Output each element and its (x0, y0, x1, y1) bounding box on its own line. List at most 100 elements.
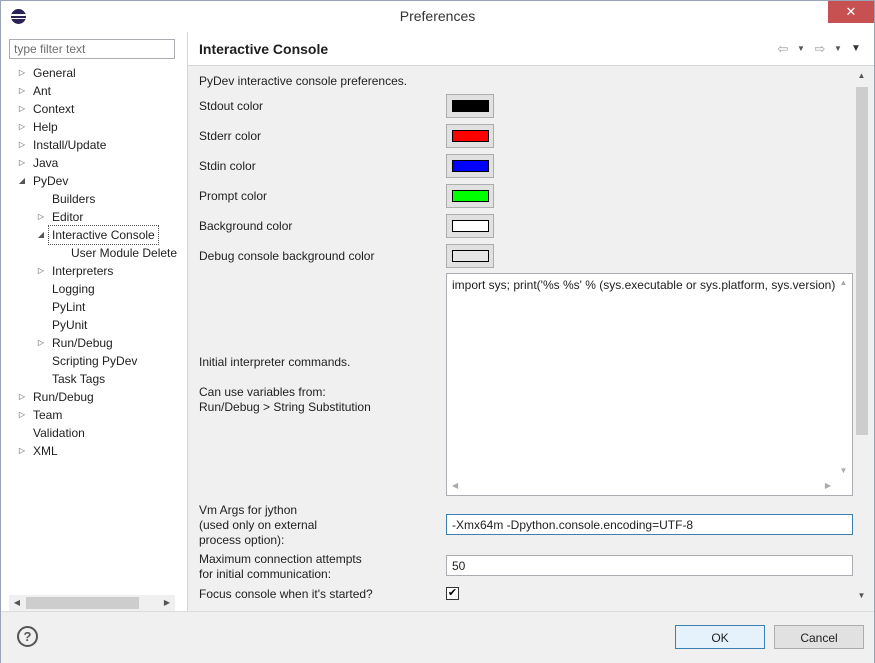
stdin-color-label: Stdin color (199, 159, 256, 173)
stderr-color-button[interactable] (446, 124, 494, 148)
tree-collapsed-icon[interactable]: ▷ (36, 334, 46, 352)
stdout-color-button[interactable] (446, 94, 494, 118)
scroll-up-icon[interactable]: ▲ (835, 278, 852, 287)
tree-item-label: Validation (33, 426, 85, 440)
preferences-tree-pane: ▷ General ▷ Ant ▷ Context ▷ Help ▷ Install/Update… (1, 32, 188, 611)
scrollbar-thumb[interactable] (856, 87, 868, 435)
tree-item-label: User Module Delete (71, 246, 178, 260)
cancel-button[interactable]: Cancel (774, 625, 864, 649)
tree-item[interactable]: Logging (1, 280, 187, 298)
help-icon[interactable]: ? (17, 626, 38, 647)
tree-item[interactable]: ▷ Help (1, 118, 187, 136)
tree-item[interactable]: PyLint (1, 298, 187, 316)
tree-collapsed-icon[interactable]: ▷ (17, 136, 27, 154)
tree-item-label: Ant (33, 84, 52, 98)
tree-item[interactable]: ▷ Editor (1, 208, 187, 226)
initial-commands-text[interactable]: import sys; print('%s %s' % (sys.executa… (452, 278, 839, 292)
tree-item-label: XML (33, 444, 58, 458)
stdin-color-swatch (452, 160, 489, 172)
tree-item[interactable]: ▷ Install/Update (1, 136, 187, 154)
tree-item[interactable]: ▷ Run/Debug (1, 388, 187, 406)
tree-collapsed-icon[interactable]: ▷ (36, 208, 46, 226)
page-title: Interactive Console (199, 41, 329, 57)
tree-item-label: Interpreters (52, 264, 114, 278)
focus-console-checkbox[interactable]: ✔ (446, 587, 459, 600)
tree-item-label: Interactive Console (48, 225, 159, 245)
vm-args-label-line-2: (used only on external (199, 518, 318, 532)
stdin-color-button[interactable] (446, 154, 494, 178)
tree-collapsed-icon[interactable]: ▷ (17, 64, 27, 82)
initial-commands-textarea[interactable]: import sys; print('%s %s' % (sys.executa… (446, 273, 853, 496)
scroll-right-icon[interactable]: ▶ (825, 481, 831, 490)
scroll-left-icon[interactable]: ◀ (452, 481, 458, 490)
tree-item[interactable]: User Module Delete (1, 244, 187, 262)
tree-item[interactable]: ▷ Java (1, 154, 187, 172)
tree-item[interactable]: Validation (1, 424, 187, 442)
page-content: PyDev interactive console preferences. S… (188, 67, 874, 611)
prompt-color-button[interactable] (446, 184, 494, 208)
tree-item[interactable]: ▷ Context (1, 100, 187, 118)
tree-collapsed-icon[interactable]: ▷ (17, 118, 27, 136)
tree-item[interactable]: Scripting PyDev (1, 352, 187, 370)
scroll-down-icon[interactable]: ▼ (853, 591, 870, 600)
tree-item[interactable]: ▷ Run/Debug (1, 334, 187, 352)
tree-item-label: Team (33, 408, 63, 422)
title-bar: Preferences ✕ (1, 1, 874, 32)
vm-args-input[interactable] (446, 514, 853, 535)
tree-item[interactable]: ▷ Interpreters (1, 262, 187, 280)
scroll-right-icon[interactable]: ▶ (159, 595, 175, 611)
tree-item[interactable]: ▷ XML (1, 442, 187, 460)
variables-note-line-2: Run/Debug > String Substitution (199, 400, 371, 414)
tree-item-label: Task Tags (52, 372, 106, 386)
page-header: Interactive Console ⇦ ▼ ⇨ ▼ ▼ (188, 32, 874, 66)
tree-item-label: Help (33, 120, 58, 134)
page-description: PyDev interactive console preferences. (199, 74, 408, 88)
scrollbar-thumb[interactable] (26, 597, 139, 609)
stdout-color-swatch (452, 100, 489, 112)
scroll-up-icon[interactable]: ▲ (853, 71, 870, 80)
tree-horizontal-scrollbar[interactable]: ◀ ▶ (9, 595, 175, 611)
forward-history-chevron-down-icon[interactable]: ▼ (833, 43, 843, 55)
forward-arrow-icon[interactable]: ⇨ (812, 41, 828, 57)
tree-item-label: PyDev (33, 174, 69, 188)
close-button[interactable]: ✕ (828, 1, 874, 23)
tree-collapsed-icon[interactable]: ▷ (17, 100, 27, 118)
filter-input[interactable] (9, 39, 175, 59)
preferences-tree: ▷ General ▷ Ant ▷ Context ▷ Help ▷ Install/Update… (1, 64, 187, 594)
stderr-color-swatch (452, 130, 489, 142)
tree-item-label: Builders (52, 192, 96, 206)
tree-collapsed-icon[interactable]: ▷ (17, 388, 27, 406)
commands-horizontal-scrollbar[interactable]: ◀ ▶ (447, 478, 836, 495)
tree-item[interactable]: ◢ PyDev (1, 172, 187, 190)
tree-item[interactable]: ▷ Team (1, 406, 187, 424)
commands-vertical-scrollbar[interactable]: ▲ ▼ (835, 274, 852, 479)
scroll-left-icon[interactable]: ◀ (9, 595, 25, 611)
back-arrow-icon[interactable]: ⇦ (775, 41, 791, 57)
back-history-chevron-down-icon[interactable]: ▼ (796, 43, 806, 55)
debug-background-color-button[interactable] (446, 244, 494, 268)
tree-collapsed-icon[interactable]: ▷ (17, 442, 27, 460)
tree-collapsed-icon[interactable]: ▷ (36, 262, 46, 280)
scroll-down-icon[interactable]: ▼ (835, 466, 852, 475)
tree-item[interactable]: Task Tags (1, 370, 187, 388)
tree-expanded-icon[interactable]: ◢ (36, 226, 46, 244)
ok-button[interactable]: OK (675, 625, 765, 649)
page-vertical-scrollbar[interactable]: ▲ ▼ (853, 67, 870, 604)
view-menu-chevron-down-icon[interactable]: ▼ (851, 43, 861, 55)
tree-collapsed-icon[interactable]: ▷ (17, 82, 27, 100)
tree-item[interactable]: Builders (1, 190, 187, 208)
tree-item-label: Editor (52, 210, 84, 224)
tree-expanded-icon[interactable]: ◢ (17, 172, 27, 190)
tree-item[interactable]: ◢ Interactive Console (1, 225, 187, 245)
tree-item-label: PyLint (52, 300, 86, 314)
background-color-button[interactable] (446, 214, 494, 238)
tree-collapsed-icon[interactable]: ▷ (17, 154, 27, 172)
tree-item-label: Install/Update (33, 138, 107, 152)
tree-item[interactable]: ▷ General (1, 64, 187, 82)
variables-note-line-1: Can use variables from: (199, 385, 326, 399)
tree-item[interactable]: PyUnit (1, 316, 187, 334)
tree-item-label: General (33, 66, 76, 80)
tree-collapsed-icon[interactable]: ▷ (17, 406, 27, 424)
tree-item[interactable]: ▷ Ant (1, 82, 187, 100)
max-attempts-input[interactable] (446, 555, 853, 576)
